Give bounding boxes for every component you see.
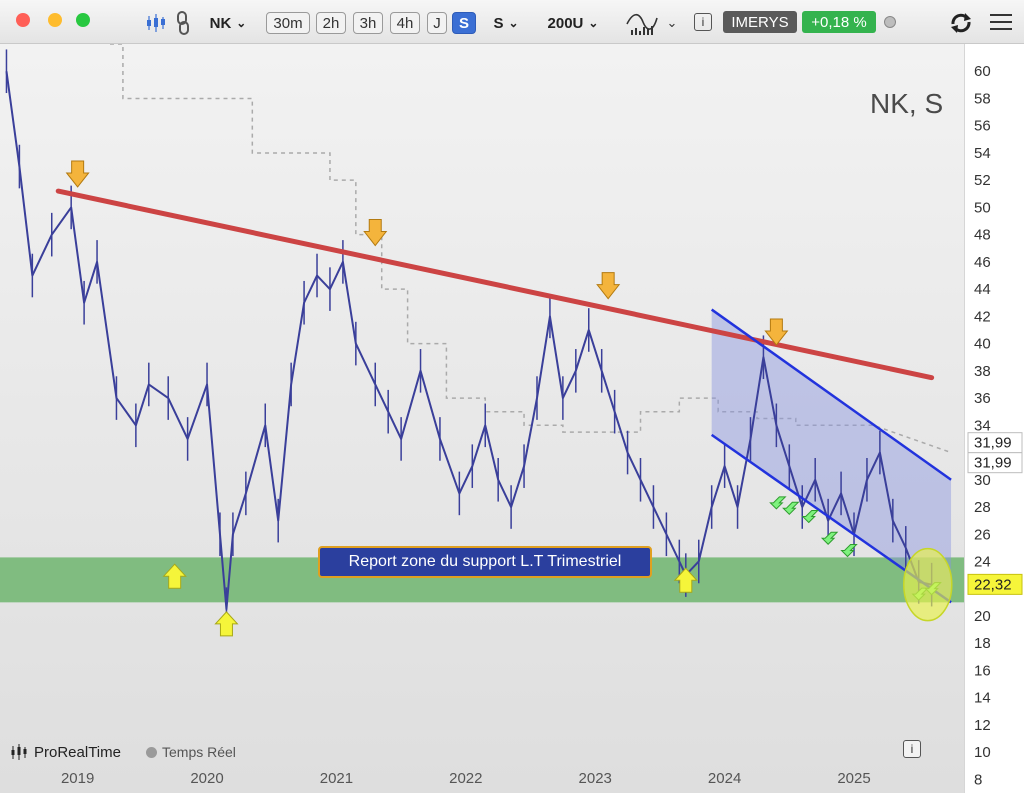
brand: ProRealTime	[10, 741, 121, 763]
y-tick-label: 12	[974, 717, 991, 734]
x-tick-label: 2019	[61, 770, 94, 787]
window-maximize-icon[interactable]	[76, 13, 90, 27]
status-dot-icon	[146, 746, 157, 758]
y-tick-label: 10	[974, 744, 991, 761]
brand-label: ProRealTime	[34, 743, 121, 761]
y-tick-label: 36	[974, 390, 991, 407]
y-tick-label: 38	[974, 363, 991, 380]
y-tick-label: 18	[974, 635, 991, 652]
tab-label: J	[433, 14, 441, 32]
tab-30m[interactable]: 30m	[266, 12, 310, 34]
top-toolbar: NK ⌄ 30m 2h 3h 4h J S S ⌄ 200U ⌄ ⌄ i IME…	[0, 0, 1024, 44]
y-tick-label: 60	[974, 63, 991, 80]
y-axis-labels: 8101214161820222426283032343638404244464…	[967, 63, 1023, 788]
y-tick-label: 30	[974, 472, 991, 489]
price-chart[interactable]: 2019 2020 2021 2022 2023 2024 2025	[0, 44, 1024, 793]
x-tick-label: 2025	[837, 770, 870, 787]
period-select[interactable]: S ⌄	[489, 12, 523, 34]
y-tick-label: 26	[974, 526, 991, 543]
chart-title: NK, S	[870, 88, 944, 119]
candlestick-icon	[11, 744, 27, 760]
y-tick-label: 40	[974, 336, 991, 353]
window-close-icon[interactable]	[16, 13, 30, 27]
menu-icon[interactable]	[990, 13, 1012, 31]
chevron-down-icon[interactable]: ⌄	[664, 12, 680, 34]
highlight-circle	[903, 547, 953, 622]
tab-label: S	[458, 14, 469, 32]
y-tick-label: 52	[974, 172, 991, 189]
y-tick-label: 48	[974, 227, 991, 244]
bars-label: 200U	[547, 14, 584, 32]
change-label: +0,18 %	[811, 13, 867, 31]
y-tick-label: 56	[974, 118, 991, 135]
tab-j[interactable]: J	[427, 12, 447, 34]
sync-icon[interactable]	[948, 10, 974, 36]
realtime-label: Temps Réel	[162, 744, 236, 760]
info-icon-label: i	[701, 15, 705, 29]
bars-select[interactable]: 200U ⌄	[543, 12, 603, 34]
chart-style-icon[interactable]	[625, 10, 659, 36]
x-tick-label: 2022	[449, 770, 482, 787]
y-tick-label: 34	[974, 417, 991, 434]
x-tick-label: 2021	[320, 770, 353, 787]
y-tick-label: 42	[974, 308, 991, 325]
y-tick-label: 14	[974, 690, 991, 707]
price-label: 31,99	[974, 455, 1012, 472]
y-tick-label: 8	[974, 771, 982, 788]
realtime-status: Temps Réel	[146, 741, 236, 763]
chevron-down-icon: ⌄	[508, 16, 519, 30]
x-tick-label: 2020	[190, 770, 223, 787]
chevron-down-icon: ⌄	[236, 16, 247, 30]
info-icon[interactable]: i	[694, 13, 712, 31]
symbol-label: NK	[209, 14, 232, 32]
status-dot-icon	[884, 16, 896, 28]
x-tick-label: 2024	[708, 770, 741, 787]
y-tick-label: 24	[974, 553, 991, 570]
y-tick-label: 16	[974, 662, 991, 679]
window-minimize-icon[interactable]	[48, 13, 62, 27]
x-tick-label: 2023	[579, 770, 612, 787]
app-window: NK ⌄ 30m 2h 3h 4h J S S ⌄ 200U ⌄ ⌄ i IME…	[0, 0, 1024, 793]
chart-info-label: i	[910, 742, 914, 756]
tab-3h[interactable]: 3h	[353, 12, 383, 34]
tab-label: 4h	[396, 14, 414, 32]
price-label: 31,99	[974, 435, 1012, 452]
y-tick-label: 58	[974, 90, 991, 107]
y-tick-label: 46	[974, 254, 991, 271]
instrument-label: IMERYS	[731, 13, 789, 31]
period-label: S	[493, 14, 504, 32]
symbol-select[interactable]: NK ⌄	[203, 12, 253, 34]
tab-label: 2h	[322, 14, 340, 32]
support-annotation: Report zone du support L.T Trimestriel	[318, 546, 652, 578]
y-tick-label: 20	[974, 608, 991, 625]
instrument-name: IMERYS	[723, 11, 797, 33]
link-icon[interactable]	[175, 11, 191, 35]
y-tick-label: 44	[974, 281, 991, 298]
tab-4h[interactable]: 4h	[390, 12, 420, 34]
y-tick-label: 28	[974, 499, 991, 516]
tab-label: 3h	[359, 14, 377, 32]
y-tick-label: 54	[974, 145, 991, 162]
price-label: 22,32	[974, 576, 1012, 593]
tab-s[interactable]: S	[452, 12, 476, 34]
y-tick-label: 50	[974, 199, 991, 216]
tab-label: 30m	[273, 14, 303, 32]
change-badge: +0,18 %	[802, 11, 876, 33]
chart-info-button[interactable]: i	[903, 740, 921, 758]
candlestick-icon[interactable]	[145, 12, 167, 34]
chevron-down-icon: ⌄	[588, 16, 599, 30]
tab-2h[interactable]: 2h	[316, 12, 346, 34]
